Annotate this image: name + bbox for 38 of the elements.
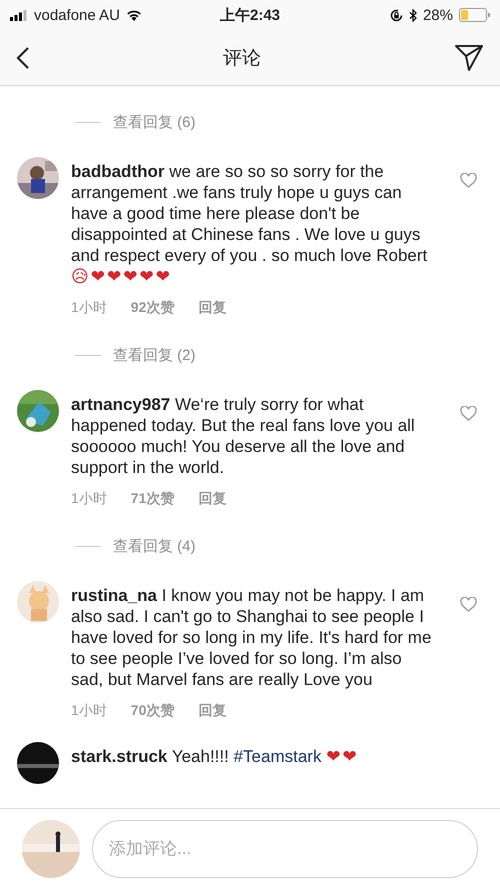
carrier-name: vodafone AU (34, 6, 120, 24)
page-title: 评论 (223, 46, 261, 70)
send-icon[interactable] (454, 44, 484, 72)
battery-percent: 28% (422, 6, 453, 24)
view-replies-link[interactable]: 查看回复 (2) (113, 346, 196, 364)
emoji: ❤❤ (326, 747, 359, 766)
username-link[interactable]: artnancy987 (71, 395, 170, 414)
reply-link[interactable]: 回复 (198, 702, 226, 720)
comment-time: 1小时 (71, 299, 107, 317)
comment-time: 1小时 (71, 490, 107, 508)
battery-icon (459, 8, 490, 22)
comment-text: badbadthor we are so so so sorry for the arrangement .we fans truly hope u guys can have a good time here please don't be disappointed at Chinese fans . We love u guys and respect every of you . so much love Robert 😥❤❤❤❤❤ (71, 161, 428, 287)
comment-text: stark.struck Yeah!!!! #Teamstark ❤❤ (71, 746, 360, 767)
reply-link[interactable]: 回复 (198, 490, 226, 508)
likes-count[interactable]: 71次赞 (130, 490, 174, 508)
back-icon[interactable] (16, 46, 30, 70)
username-link[interactable]: stark.struck (71, 747, 168, 766)
wifi-icon (126, 9, 142, 21)
username-link[interactable]: rustina_na (71, 586, 157, 605)
like-heart-icon[interactable] (460, 597, 477, 612)
bluetooth-icon (408, 8, 417, 22)
clock-time: 上午2:43 (220, 6, 280, 24)
comment-text: artnancy987 We‘re truly sorry for what happened today. But the real fans love you all soooooo much! You deserve all the love and support in the world. (71, 394, 416, 478)
comment-time: 1小时 (71, 702, 107, 720)
comment-input[interactable]: 添加评论... (92, 820, 478, 878)
view-replies-link[interactable]: 查看回复 (6) (113, 112, 196, 132)
likes-count[interactable]: 70次赞 (130, 702, 174, 720)
reply-link[interactable]: 回复 (198, 299, 226, 317)
username-link[interactable]: badbadthor (71, 162, 164, 181)
like-heart-icon[interactable] (460, 406, 477, 421)
view-replies-link[interactable]: 查看回复 (4) (113, 536, 196, 556)
signal-icon (10, 10, 28, 20)
hashtag-link[interactable]: #Teamstark (234, 747, 322, 766)
comment-text: rustina_na I know you may not be happy. I am also sad. I can't go to Shanghai to see people I have loved for so long in my life. It's hard for me to see people I’ve loved for so long. I’m also sad, but Marvel fans are really Love you (71, 585, 432, 690)
like-heart-icon[interactable] (460, 173, 477, 188)
rotation-lock-icon (390, 8, 403, 22)
likes-count[interactable]: 92次赞 (130, 299, 174, 317)
emoji: 😥❤❤❤❤❤ (71, 267, 172, 286)
